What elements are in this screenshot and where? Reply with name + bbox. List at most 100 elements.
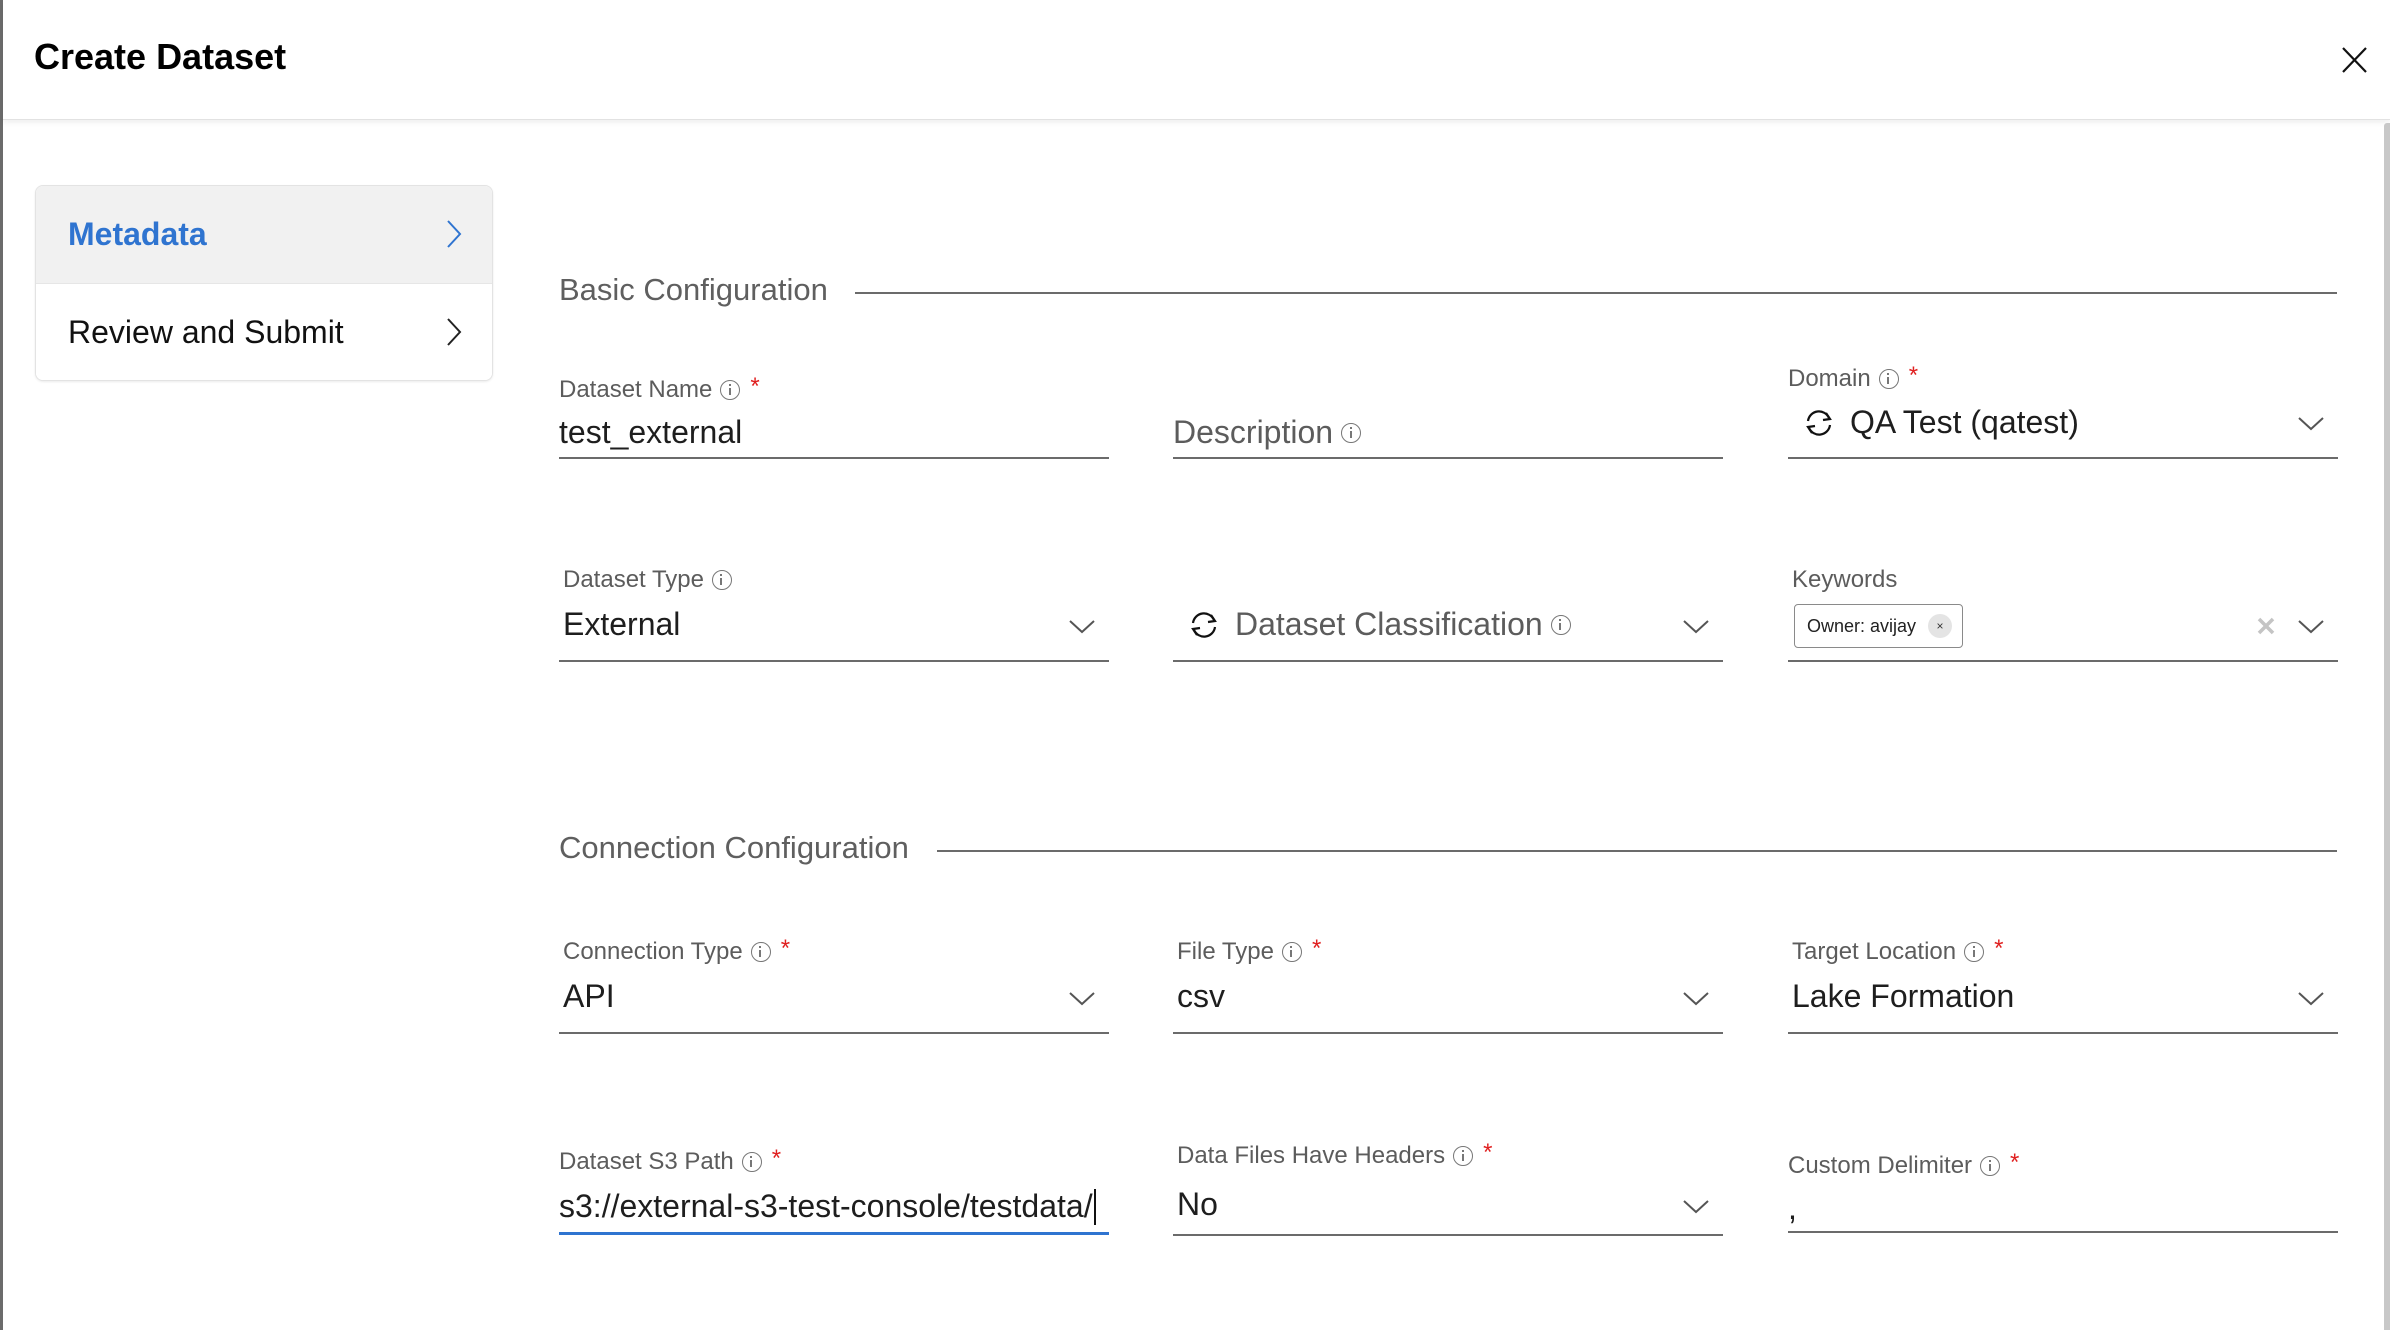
close-button[interactable]: [2338, 44, 2370, 76]
info-icon[interactable]: [1453, 1146, 1474, 1166]
required-marker: *: [1994, 935, 2004, 962]
info-icon[interactable]: [1878, 369, 1899, 389]
required-marker: *: [1908, 362, 1919, 389]
info-icon[interactable]: [720, 380, 741, 400]
field-label: Dataset S3 Path *: [559, 1145, 782, 1176]
required-marker: *: [771, 1145, 782, 1172]
field-label: Domain *: [1788, 362, 1919, 393]
vertical-scrollbar[interactable]: [2384, 123, 2390, 1330]
info-icon[interactable]: [711, 570, 732, 590]
chevron-down-icon[interactable]: [1069, 992, 1095, 1006]
clear-icon[interactable]: [2256, 616, 2276, 636]
label-text: Dataset S3 Path: [559, 1148, 734, 1175]
connection-type-select[interactable]: API: [559, 976, 1109, 1024]
field-underline: [1788, 1032, 2338, 1034]
dialog-header: Create Dataset: [3, 0, 2390, 120]
keyword-chip: Owner: avijay ×: [1794, 604, 1964, 648]
chevron-down-icon[interactable]: [1069, 620, 1095, 634]
step-review-and-submit[interactable]: Review and Submit: [36, 284, 492, 380]
label-text: Custom Delimiter: [1788, 1152, 1973, 1179]
field-value: QA Test (qatest): [1802, 404, 2079, 441]
chevron-down-icon[interactable]: [1683, 1200, 1709, 1214]
text-cursor: [1093, 1188, 1096, 1225]
section-title: Connection Configuration: [559, 830, 909, 865]
info-icon[interactable]: [1980, 1156, 2001, 1176]
chevron-down-icon[interactable]: [2298, 417, 2324, 431]
label-text: Dataset Type: [563, 566, 704, 593]
label-text: Target Location: [1792, 938, 1957, 965]
field-value: Lake Formation: [1792, 978, 2015, 1014]
required-marker: *: [750, 373, 760, 400]
info-icon[interactable]: [1281, 942, 1302, 962]
close-icon: [2342, 47, 2367, 73]
chevron-down-icon[interactable]: [2298, 620, 2324, 634]
domain-field: Domain * QA Test (qatest): [1788, 360, 2338, 460]
dataset-classification-field: Dataset Classification: [1173, 560, 1723, 664]
dataset-type-select[interactable]: External: [559, 604, 1109, 652]
field-underline: [1788, 457, 2338, 459]
dataset-name-input[interactable]: test_external: [559, 414, 1109, 456]
field-underline: [1173, 457, 1723, 459]
label-text: Domain: [1788, 365, 1871, 392]
data-files-have-headers-select[interactable]: No: [1173, 1184, 1723, 1232]
label-text: Connection Type: [563, 938, 743, 965]
sync-icon: [1191, 611, 1217, 638]
step-label: Metadata: [68, 216, 207, 252]
target-location-select[interactable]: Lake Formation: [1788, 976, 2338, 1024]
field-value: csv: [1177, 978, 1225, 1014]
field-underline: [1173, 1032, 1723, 1034]
file-type-select[interactable]: csv: [1173, 976, 1723, 1024]
file-type-field: File Type * csv: [1173, 932, 1723, 1036]
field-value: s3://external-s3-test-console/testdata/: [559, 1188, 1096, 1225]
info-icon[interactable]: [750, 942, 771, 962]
placeholder-text: Description: [1173, 414, 1334, 450]
field-value: test_external: [559, 414, 743, 450]
description-field: Description: [1173, 370, 1723, 460]
description-input[interactable]: Description: [1173, 414, 1723, 456]
value-text: QA Test (qatest): [1850, 404, 2079, 440]
required-marker: *: [1311, 935, 1322, 962]
field-label: Connection Type *: [563, 935, 791, 966]
dataset-name-field: Dataset Name * test_external: [559, 370, 1109, 460]
connection-type-field: Connection Type * API: [559, 932, 1109, 1036]
label-text: File Type: [1177, 938, 1274, 965]
field-label: Dataset Name *: [559, 373, 760, 404]
required-marker: *: [2010, 1149, 2020, 1176]
info-icon[interactable]: [1550, 614, 1571, 635]
domain-select[interactable]: QA Test (qatest): [1788, 400, 2338, 446]
custom-delimiter-input[interactable]: ,: [1788, 1190, 2338, 1230]
data-files-have-headers-field: Data Files Have Headers * No: [1173, 1136, 1723, 1240]
chip-remove-icon[interactable]: ×: [1928, 614, 1953, 638]
step-metadata[interactable]: Metadata: [36, 186, 492, 284]
field-label: Keywords: [1792, 566, 1897, 594]
field-label: File Type *: [1177, 935, 1322, 966]
dataset-type-field: Dataset Type External: [559, 560, 1109, 664]
field-underline: [1788, 660, 2338, 662]
chevron-right-icon: [447, 220, 462, 248]
field-value: External: [563, 606, 681, 642]
field-label: Data Files Have Headers *: [1177, 1139, 1493, 1170]
field-underline: [559, 457, 1109, 459]
label-text: Dataset Name: [559, 376, 713, 403]
window-edge: [0, 0, 3, 1330]
keywords-select[interactable]: Owner: avijay ×: [1788, 604, 2338, 654]
section-connection-configuration: Connection Configuration: [559, 830, 2337, 870]
field-value: API: [563, 978, 615, 1014]
field-label: Dataset Type: [563, 566, 732, 594]
dataset-s3-path-field: Dataset S3 Path * s3://external-s3-test-…: [559, 1142, 1109, 1238]
chevron-down-icon[interactable]: [1683, 992, 1709, 1006]
info-icon[interactable]: [741, 1152, 762, 1172]
info-icon[interactable]: [1964, 942, 1985, 962]
placeholder-text: Dataset Classification: [1235, 606, 1543, 642]
required-marker: *: [780, 935, 791, 962]
required-marker: *: [1483, 1139, 1493, 1166]
dataset-s3-path-input[interactable]: s3://external-s3-test-console/testdata/: [559, 1186, 1109, 1230]
field-underline: [559, 1032, 1109, 1034]
chevron-down-icon[interactable]: [1683, 620, 1709, 634]
chevron-down-icon[interactable]: [2298, 992, 2324, 1006]
chip-label: Owner: avijay: [1807, 615, 1917, 636]
info-icon[interactable]: [1341, 422, 1362, 443]
field-placeholder: Dataset Classification: [1187, 606, 1571, 643]
value-text: s3://external-s3-test-console/testdata/: [559, 1188, 1093, 1224]
dataset-classification-select[interactable]: Dataset Classification: [1173, 604, 1723, 652]
